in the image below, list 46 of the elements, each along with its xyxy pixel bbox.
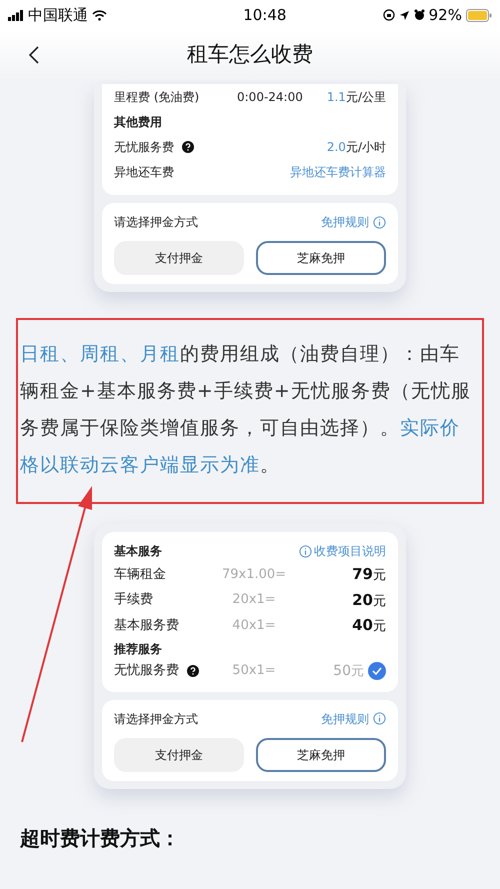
charge-amount: 79元 xyxy=(352,564,386,585)
info-icon xyxy=(299,544,312,558)
help-icon[interactable] xyxy=(187,665,199,677)
deposit-option[interactable]: 支付押金 xyxy=(114,738,244,772)
section-heading: 基本服务 xyxy=(114,543,162,560)
charge-label: 基本服务费 xyxy=(114,616,179,634)
deposit-option[interactable]: 芝麻免押 xyxy=(256,738,386,772)
charge-amount: 40元 xyxy=(352,615,386,636)
deposit-prompt: 请选择押金方式 xyxy=(114,710,198,728)
charge-formula: 40x1= xyxy=(231,616,277,634)
page-title: 租车怎么收费 xyxy=(187,41,313,68)
deposit-option[interactable]: 芝麻免押 xyxy=(256,241,386,275)
signal-icon xyxy=(8,10,24,20)
fee-price: 2.0元/小时 xyxy=(326,139,386,156)
help-icon[interactable] xyxy=(182,141,194,153)
fee-label: 异地还车费 xyxy=(114,164,174,181)
section-heading: 推荐服务 xyxy=(114,640,163,658)
charge-amount: 20元 xyxy=(352,590,386,610)
fee-hours: 0:00-24:00 xyxy=(237,89,303,106)
fee-explanation: 日租、周租、月租的费用组成（油费自理）：由车辆租金+基本服务费+手续费+无忧服务费（无忧服务费属于保险类增值服务，可自由选择）。实际价格以联动云客户端显示为准。 xyxy=(20,342,472,478)
back-icon xyxy=(29,46,39,64)
wifi-icon xyxy=(92,10,107,20)
charge-formula: 79x1.00= xyxy=(220,566,288,584)
carrier-name: 中国联通 xyxy=(28,4,88,26)
fee-label: 无忧服务费 xyxy=(114,139,174,156)
fee-heading: 其他费用 xyxy=(114,114,163,131)
fee-price: 1.1元/公里 xyxy=(326,89,386,106)
battery-percent: 92% xyxy=(428,4,462,26)
location-icon xyxy=(398,10,410,20)
deposit-option[interactable]: 支付押金 xyxy=(114,241,244,275)
rotation-lock-icon xyxy=(382,9,395,21)
charge-label: 手续费 xyxy=(114,591,153,609)
charge-amount: 50元 xyxy=(333,662,364,680)
charge-label: 无忧服务费 xyxy=(114,662,179,680)
charge-label: 车辆租金 xyxy=(114,566,166,584)
charge-formula: 20x1= xyxy=(231,591,277,609)
info-icon xyxy=(373,712,386,725)
section-title: 超时费计费方式： xyxy=(20,824,181,852)
charge-formula: 50x1= xyxy=(231,662,277,680)
deposit-prompt: 请选择押金方式 xyxy=(114,214,198,231)
clock: 10:48 xyxy=(243,4,286,26)
checkbox[interactable] xyxy=(368,662,386,680)
fee-label: 里程费 (免油费) xyxy=(114,89,200,106)
info-icon xyxy=(373,216,386,228)
battery-icon xyxy=(466,8,492,22)
check-icon xyxy=(372,667,382,675)
